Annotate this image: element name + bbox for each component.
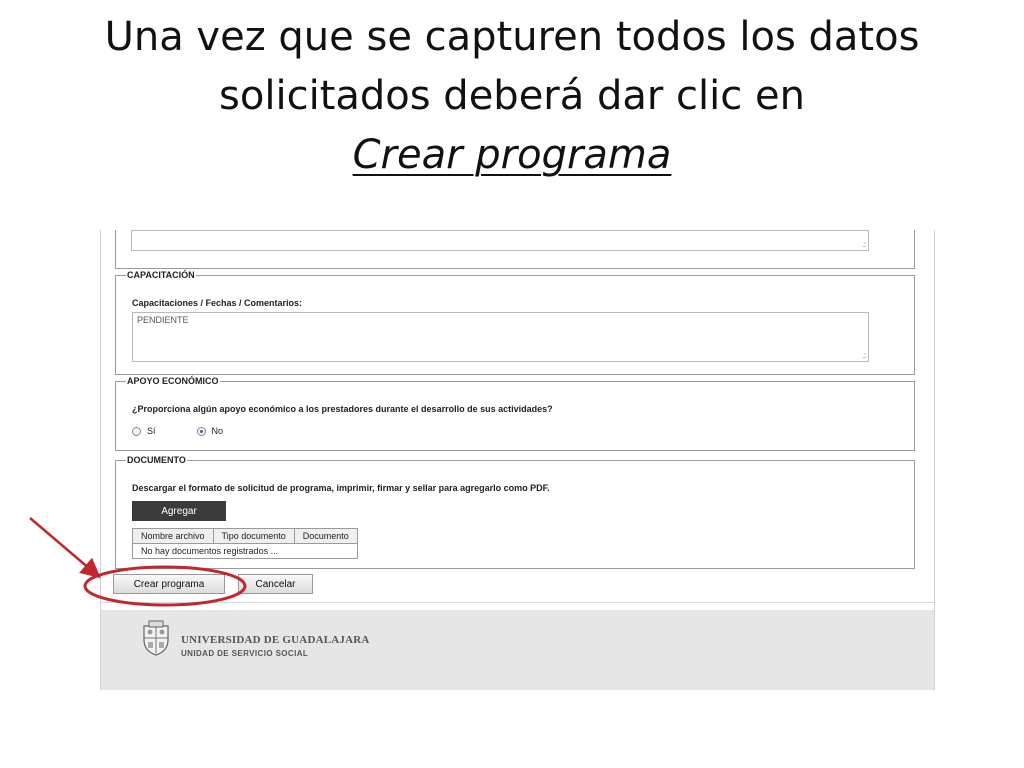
apoyo-economico-section: APOYO ECONÓMICO ¿Proporciona algún apoyo…	[115, 376, 915, 451]
radio-no-label: No	[211, 426, 224, 436]
title-line-2: solicitados deberá dar clic en	[219, 73, 805, 119]
cancelar-button[interactable]: Cancelar	[238, 574, 313, 594]
apoyo-legend: APOYO ECONÓMICO	[127, 376, 219, 386]
documento-section: DOCUMENTO Descargar el formato de solici…	[115, 455, 915, 569]
previous-fieldset-left-border	[115, 230, 116, 269]
form-screenshot: .:: CAPACITACIÓN Capacitaciones / Fechas…	[100, 230, 935, 690]
empty-message: No hay documentos registrados ...	[132, 543, 358, 559]
capacitaciones-value: PENDIENTE	[137, 315, 189, 325]
table-header-row: Nombre archivo Tipo documento Documento	[132, 528, 358, 544]
radio-si-circle[interactable]	[132, 426, 141, 436]
table-row: No hay documentos registrados ...	[132, 543, 358, 559]
resize-handle-icon[interactable]: .::	[862, 352, 867, 360]
crear-programa-button[interactable]: Crear programa	[113, 574, 225, 594]
previous-textarea[interactable]: .::	[131, 230, 869, 251]
radio-no[interactable]: No	[196, 426, 224, 436]
university-brand: UNIVERSIDAD DE GUADALAJARA UNIDAD DE SER…	[181, 634, 370, 658]
capacitaciones-label: Capacitaciones / Fechas / Comentarios:	[132, 298, 303, 308]
col-tipo-documento[interactable]: Tipo documento	[212, 528, 295, 544]
radio-si[interactable]: Sí	[132, 426, 156, 436]
capacitaciones-textarea[interactable]: PENDIENTE .::	[132, 312, 869, 362]
resize-handle-icon[interactable]: .::	[862, 241, 867, 249]
capacitacion-section: CAPACITACIÓN Capacitaciones / Fechas / C…	[115, 270, 915, 375]
documents-table: Nombre archivo Tipo documento Documento …	[132, 528, 358, 559]
apoyo-question: ¿Proporciona algún apoyo económico a los…	[132, 404, 553, 414]
previous-fieldset-bottom-border	[115, 268, 915, 269]
radio-no-circle[interactable]	[196, 426, 206, 436]
col-documento[interactable]: Documento	[293, 528, 358, 544]
col-nombre-archivo[interactable]: Nombre archivo	[132, 528, 214, 544]
title-emphasis: Crear programa	[352, 132, 672, 178]
unit-name: UNIDAD DE SERVICIO SOCIAL	[181, 649, 309, 658]
documento-legend: DOCUMENTO	[127, 455, 186, 465]
radio-si-label: Sí	[147, 426, 156, 436]
capacitacion-legend: CAPACITACIÓN	[127, 270, 195, 280]
annotation-arrow	[29, 517, 101, 579]
documento-instructions: Descargar el formato de solicitud de pro…	[132, 483, 550, 493]
university-name: UNIVERSIDAD DE GUADALAJARA	[181, 634, 370, 646]
university-seal-icon	[143, 620, 169, 656]
slide-title: Una vez que se capturen todos los datos …	[0, 8, 1024, 185]
agregar-button[interactable]: Agregar	[132, 501, 226, 521]
footer: UNIVERSIDAD DE GUADALAJARA UNIDAD DE SER…	[101, 610, 934, 690]
apoyo-radio-group: Sí No	[132, 426, 264, 436]
footer-separator	[101, 602, 934, 603]
title-line-1: Una vez que se capturen todos los datos	[104, 14, 920, 60]
previous-fieldset-right-border	[914, 230, 915, 269]
